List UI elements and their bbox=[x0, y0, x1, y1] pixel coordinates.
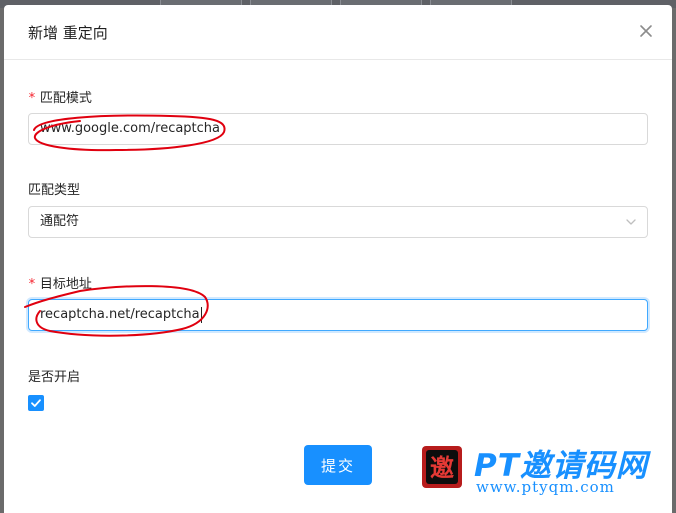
site-watermark: 邀 PT邀请码网 www.ptyqm.com bbox=[418, 440, 668, 498]
seal-char: 邀 bbox=[430, 454, 454, 482]
match-type-label: 匹配类型 bbox=[28, 183, 81, 198]
watermark-url: www.ptyqm.com bbox=[476, 478, 615, 496]
target-address-value: recaptcha.net/recaptcha bbox=[40, 307, 200, 322]
submit-button[interactable]: 提交 bbox=[304, 445, 372, 485]
match-type-select[interactable]: 通配符 bbox=[28, 206, 648, 238]
target-address-label: * 目标地址 bbox=[28, 273, 92, 292]
match-pattern-value: www.google.com/recaptcha bbox=[40, 121, 221, 136]
check-icon bbox=[31, 399, 41, 407]
dialog-header: 新增 重定向 bbox=[4, 5, 672, 60]
text-caret bbox=[200, 306, 202, 323]
target-address-input[interactable]: recaptcha.net/recaptcha bbox=[28, 299, 648, 331]
chevron-down-icon bbox=[626, 219, 636, 225]
match-pattern-label-text: 匹配模式 bbox=[39, 91, 92, 106]
match-pattern-label: * 匹配模式 bbox=[28, 87, 92, 106]
target-address-label-text: 目标地址 bbox=[39, 277, 92, 292]
close-button[interactable] bbox=[634, 19, 658, 43]
redirect-dialog: 新增 重定向 * 匹配模式 www.google.com/recaptcha 匹配… bbox=[4, 5, 672, 513]
match-type-selected-value: 通配符 bbox=[40, 214, 80, 229]
enabled-label: 是否开启 bbox=[28, 370, 81, 385]
dialog-title: 新增 重定向 bbox=[28, 24, 108, 42]
enabled-checkbox[interactable] bbox=[28, 395, 44, 411]
required-mark: * bbox=[28, 277, 36, 292]
match-pattern-input[interactable]: www.google.com/recaptcha bbox=[28, 113, 648, 145]
required-mark: * bbox=[28, 91, 36, 106]
seal-logo-icon: 邀 bbox=[422, 446, 462, 488]
close-icon bbox=[640, 25, 652, 37]
